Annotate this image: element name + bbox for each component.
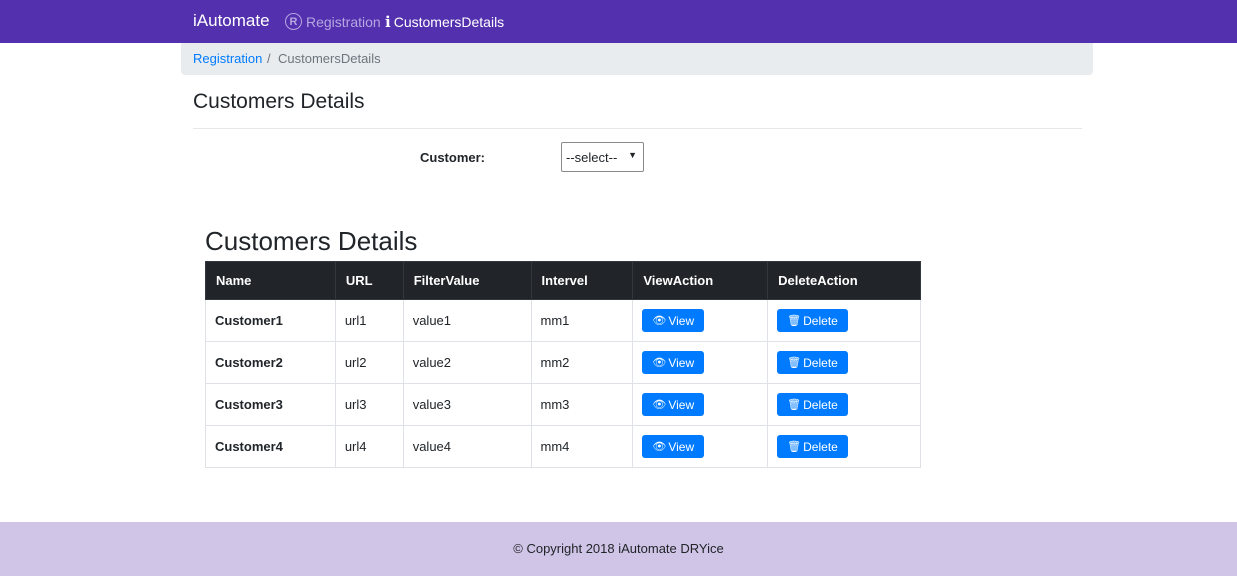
cell-intervel: mm3	[530, 383, 634, 426]
cell-url: url3	[334, 383, 404, 426]
nav-customers-details-label: CustomersDetails	[393, 14, 505, 30]
table-title: Customers Details	[205, 226, 418, 256]
cell-url: url1	[334, 299, 404, 342]
delete-button-label: Delete	[803, 313, 838, 328]
view-button-label: View	[668, 439, 695, 454]
eye-icon: 👁	[652, 441, 667, 453]
breadcrumb-separator: /	[267, 51, 271, 66]
view-button-label: View	[668, 313, 695, 328]
view-button[interactable]: 👁 View	[642, 435, 705, 458]
navbar: iAutomate R Registration i CustomersDeta…	[0, 0, 1237, 43]
cell-delete-action: 🗑 Delete	[767, 383, 921, 426]
delete-button-label: Delete	[803, 355, 838, 370]
cell-delete-action: 🗑 Delete	[767, 299, 921, 342]
cell-name: Customer2	[205, 341, 336, 384]
header-view-action: ViewAction	[632, 261, 769, 300]
cell-name: Customer3	[205, 383, 336, 426]
cell-filter-value: value1	[402, 299, 532, 342]
view-button-label: View	[668, 397, 695, 412]
delete-button[interactable]: 🗑 Delete	[777, 351, 848, 374]
customer-select[interactable]: --select-- ▼	[561, 142, 644, 172]
footer: © Copyright 2018 iAutomate DRYice	[0, 522, 1237, 576]
dropdown-arrow-icon: ▼	[628, 150, 637, 160]
cell-delete-action: 🗑 Delete	[767, 425, 921, 468]
header-name: Name	[205, 261, 336, 300]
header-intervel: Intervel	[530, 261, 634, 300]
trash-icon: 🗑	[787, 399, 802, 411]
cell-filter-value: value4	[402, 425, 532, 468]
table-row: Customer1 url1 value1 mm1 👁 View 🗑 Delet…	[205, 299, 921, 342]
cell-view-action: 👁 View	[632, 299, 769, 342]
header-url: URL	[334, 261, 404, 300]
eye-icon: 👁	[652, 357, 667, 369]
view-button[interactable]: 👁 View	[642, 351, 705, 374]
table-row: Customer3 url3 value3 mm3 👁 View 🗑 Delet…	[205, 383, 921, 426]
customer-select-value: --select--	[566, 150, 618, 165]
breadcrumb-current: CustomersDetails	[278, 51, 381, 66]
header-delete-action: DeleteAction	[767, 261, 921, 300]
customer-filter-label: Customer:	[420, 150, 486, 165]
delete-button[interactable]: 🗑 Delete	[777, 309, 848, 332]
cell-name: Customer4	[205, 425, 336, 468]
cell-intervel: mm4	[530, 425, 634, 468]
breadcrumb: Registration / CustomersDetails	[181, 43, 1093, 75]
page-title: Customers Details	[193, 90, 365, 113]
info-icon: i	[385, 13, 391, 31]
trash-icon: 🗑	[787, 357, 802, 369]
trash-icon: 🗑	[787, 315, 802, 327]
view-button[interactable]: 👁 View	[642, 309, 705, 332]
cell-view-action: 👁 View	[632, 383, 769, 426]
eye-icon: 👁	[652, 399, 667, 411]
cell-url: url4	[334, 425, 404, 468]
delete-button-label: Delete	[803, 439, 838, 454]
table-row: Customer4 url4 value4 mm4 👁 View 🗑 Delet…	[205, 425, 921, 468]
delete-button-label: Delete	[803, 397, 838, 412]
nav-registration-label: Registration	[306, 13, 381, 30]
delete-button[interactable]: 🗑 Delete	[777, 393, 848, 416]
brand-link[interactable]: iAutomate	[193, 11, 270, 31]
customers-table: Name URL FilterValue Intervel ViewAction…	[205, 261, 921, 468]
cell-filter-value: value2	[402, 341, 532, 384]
nav-registration-link[interactable]: R Registration	[285, 13, 381, 30]
cell-delete-action: 🗑 Delete	[767, 341, 921, 384]
title-divider	[193, 128, 1082, 129]
view-button[interactable]: 👁 View	[642, 393, 705, 416]
cell-view-action: 👁 View	[632, 341, 769, 384]
cell-url: url2	[334, 341, 404, 384]
cell-filter-value: value3	[402, 383, 532, 426]
nav-customers-details-link[interactable]: i CustomersDetails	[385, 13, 504, 31]
table-row: Customer2 url2 value2 mm2 👁 View 🗑 Delet…	[205, 341, 921, 384]
table-header-row: Name URL FilterValue Intervel ViewAction…	[205, 261, 921, 300]
registered-icon: R	[285, 13, 302, 30]
trash-icon: 🗑	[787, 441, 802, 453]
view-button-label: View	[668, 355, 695, 370]
eye-icon: 👁	[652, 315, 667, 327]
cell-name: Customer1	[205, 299, 336, 342]
copyright-text: © Copyright 2018 iAutomate DRYice	[513, 541, 724, 556]
header-filter-value: FilterValue	[402, 261, 532, 300]
cell-intervel: mm1	[530, 299, 634, 342]
cell-view-action: 👁 View	[632, 425, 769, 468]
breadcrumb-registration-link[interactable]: Registration	[193, 51, 262, 66]
delete-button[interactable]: 🗑 Delete	[777, 435, 848, 458]
cell-intervel: mm2	[530, 341, 634, 384]
